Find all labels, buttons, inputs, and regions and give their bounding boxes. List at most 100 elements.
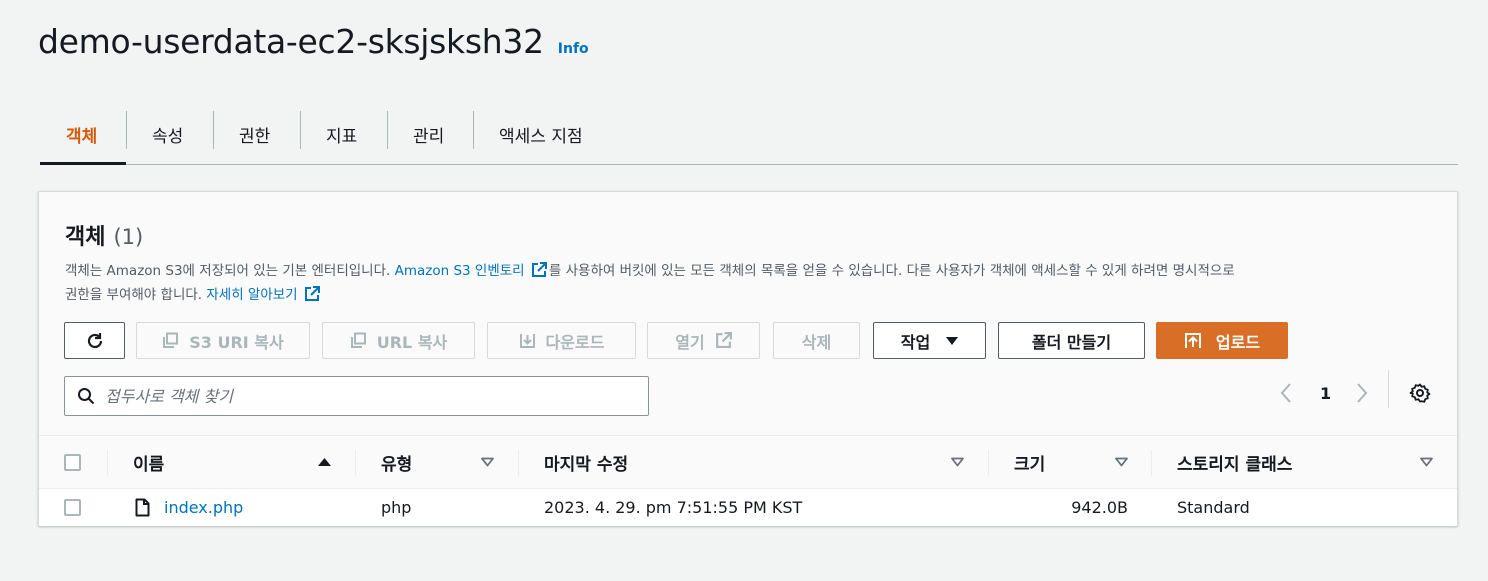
button-label: S3 URI 복사 [189,332,284,352]
name-cell: index.php [135,489,243,526]
tab-management[interactable]: 관리 [387,104,473,164]
tab-label: 지표 [326,126,358,147]
external-link-icon [531,262,547,277]
button-label: 삭제 [801,332,832,352]
column-label: 크기 [1014,454,1046,475]
chevron-right-icon [1357,383,1368,403]
button-label: URL 복사 [376,332,448,352]
object-name-link[interactable]: index.php [164,498,243,517]
table-row[interactable]: index.php php 2023. 4. 29. pm 7:51:55 PM… [39,489,1457,526]
sort-icon[interactable] [1115,436,1128,488]
info-link[interactable]: Info [558,41,589,57]
description-text: 를 사용하여 버킷에 있는 모든 객체의 목록을 얻을 수 있습니다. 다른 사… [548,263,1235,279]
row-select-cell [64,489,81,526]
column-header-type[interactable]: 유형 [381,436,412,488]
prev-page-button[interactable] [1279,375,1301,411]
tab-access-points[interactable]: 액세스 지점 [473,104,619,164]
pager-divider [1388,370,1389,408]
objects-panel: 객체 (1) 객체는 Amazon S3에 저장되어 있는 기본 엔터티입니다.… [38,191,1458,526]
upload-button[interactable]: 업로드 [1156,322,1288,359]
column-divider [518,450,519,476]
gear-icon [1409,383,1431,403]
bucket-tabs: 객체 속성 권한 지표 관리 액세스 지점 [40,104,1458,165]
storage-class-cell: Standard [1177,489,1250,526]
column-header-name[interactable]: 이름 [133,436,333,488]
type-cell: php [381,489,411,526]
sort-icon[interactable] [481,436,494,488]
tab-permissions[interactable]: 권한 [213,104,300,164]
delete-button[interactable]: 삭제 [773,322,860,359]
tab-label: 객체 [66,126,98,147]
pagination: 1 [1320,375,1331,411]
search-icon [78,388,95,405]
cell-value: 2023. 4. 29. pm 7:51:55 PM KST [544,498,803,517]
object-count: (1) [113,225,144,249]
column-header-last-modified[interactable]: 마지막 수정 [544,436,628,488]
button-label: 열기 [675,332,705,352]
copy-icon [350,332,366,348]
chevron-left-icon [1280,383,1291,403]
cell-value: Standard [1177,498,1250,517]
refresh-icon [87,332,102,348]
button-label: 업로드 [1215,332,1261,352]
external-link-icon [304,286,320,301]
button-label: 작업 [900,332,931,352]
column-divider [988,450,989,476]
column-divider [107,450,108,476]
column-divider [1151,450,1152,476]
page-header: demo-userdata-ec2-sksjsksh32 Info [38,22,589,61]
tab-properties[interactable]: 속성 [126,104,213,164]
search-input[interactable] [105,386,605,406]
search-box [64,376,649,416]
table-header: 이름 유형 마지막 수정 크기 스토리지 클래스 [39,435,1457,489]
bucket-title: demo-userdata-ec2-sksjsksh32 [38,22,544,61]
panel-title: 객체 [65,225,106,250]
refresh-button[interactable] [64,322,125,359]
column-label: 이름 [133,454,165,475]
copy-url-button[interactable]: URL 복사 [322,322,475,359]
download-button[interactable]: 다운로드 [487,322,636,359]
sort-icon[interactable] [1420,436,1433,488]
cell-value: php [381,498,412,517]
open-button[interactable]: 열기 [647,322,760,359]
column-header-storage-class[interactable]: 스토리지 클래스 [1177,436,1292,488]
column-header-size[interactable]: 크기 [1014,436,1045,488]
upload-icon [1184,332,1201,348]
next-page-button[interactable] [1355,375,1377,411]
last-modified-cell: 2023. 4. 29. pm 7:51:55 PM KST [544,489,802,526]
objects-table: 이름 유형 마지막 수정 크기 스토리지 클래스 index.php php 2… [39,435,1457,526]
cell-value: 942.0B [1071,498,1128,517]
row-checkbox[interactable] [64,499,81,516]
panel-description: 객체는 Amazon S3에 저장되어 있는 기본 엔터티입니다. Amazon… [65,259,1425,307]
current-page[interactable]: 1 [1320,384,1331,403]
panel-header: 객체 (1) [65,219,143,251]
description-text: 객체는 Amazon S3에 저장되어 있는 기본 엔터티입니다. [65,263,395,279]
column-divider [355,450,356,476]
actions-dropdown[interactable]: 작업 [873,322,986,359]
tab-objects[interactable]: 객체 [40,104,126,165]
tab-label: 액세스 지점 [499,126,583,147]
copy-s3-uri-button[interactable]: S3 URI 복사 [136,322,310,359]
create-folder-button[interactable]: 폴더 만들기 [998,322,1145,359]
select-all-checkbox[interactable] [64,453,81,471]
learn-more-link[interactable]: 자세히 알아보기 [206,287,297,303]
button-label: 다운로드 [545,332,605,352]
file-icon [135,498,150,517]
description-text: 권한을 부여해야 합니다. [65,287,207,303]
sort-asc-icon[interactable] [318,436,331,488]
copy-icon [163,332,179,348]
tab-label: 관리 [413,126,445,147]
tab-label: 권한 [239,126,271,147]
column-label: 스토리지 클래스 [1177,454,1293,475]
external-link-icon [715,332,732,348]
caret-down-icon [946,336,959,345]
button-label: 폴더 만들기 [1031,332,1112,352]
settings-button[interactable] [1409,375,1431,411]
column-label: 마지막 수정 [544,454,629,475]
select-all-cell [64,436,81,488]
tab-metrics[interactable]: 지표 [300,104,387,164]
inventory-link[interactable]: Amazon S3 인벤토리 [395,263,525,279]
sort-icon[interactable] [951,436,964,488]
size-cell: 942.0B [1014,489,1128,526]
download-icon [519,334,535,348]
